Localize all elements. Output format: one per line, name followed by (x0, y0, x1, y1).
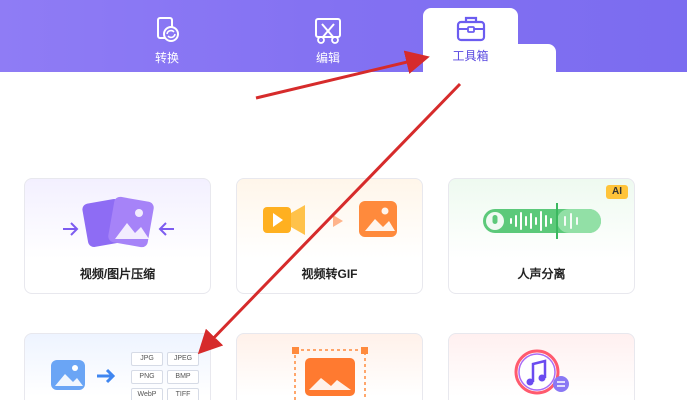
convert-icon (157, 17, 179, 42)
tool-title-compress: 视频/图片压缩 (79, 267, 156, 281)
edit-scissors-icon (315, 18, 341, 44)
tool-card-image-format-convert[interactable]: JPG JPEG PNG BMP WebP TIFF (24, 333, 211, 400)
toolbox-icon (456, 16, 485, 42)
format-label-tiff: TIFF (167, 388, 199, 400)
music-convert-icon (514, 349, 569, 395)
tool-card-compress[interactable]: 视频/图片压缩 (24, 178, 211, 294)
tool-card-voice-separation[interactable]: AI 人声分离 (448, 178, 635, 294)
format-label-webp: WebP (131, 388, 163, 400)
tab-edit[interactable]: 编辑 (283, 10, 373, 72)
tool-title-video-to-gif: 视频转GIF (301, 267, 358, 281)
format-label-bmp: BMP (167, 370, 199, 384)
tab-convert-label: 转换 (154, 51, 179, 65)
format-label-jpeg: JPEG (167, 352, 199, 366)
tool-card-image-crop[interactable] (236, 333, 423, 400)
tab-edit-label: 编辑 (315, 51, 340, 65)
tab-toolbox-label: 工具箱 (452, 49, 489, 63)
format-label-jpg: JPG (131, 352, 163, 366)
video-to-gif-icon (263, 201, 397, 237)
tab-toolbox[interactable]: 工具箱 (423, 8, 518, 72)
voice-separation-icon (483, 203, 601, 239)
format-label-png: PNG (131, 370, 163, 384)
compress-icon (63, 196, 174, 248)
tool-card-music-convert[interactable] (448, 333, 635, 400)
image-crop-icon (292, 347, 368, 400)
tab-convert[interactable]: 转换 (122, 10, 212, 72)
tool-title-voice-separation: 人声分离 (517, 267, 566, 281)
tool-card-video-to-gif[interactable]: 视频转GIF (236, 178, 423, 294)
